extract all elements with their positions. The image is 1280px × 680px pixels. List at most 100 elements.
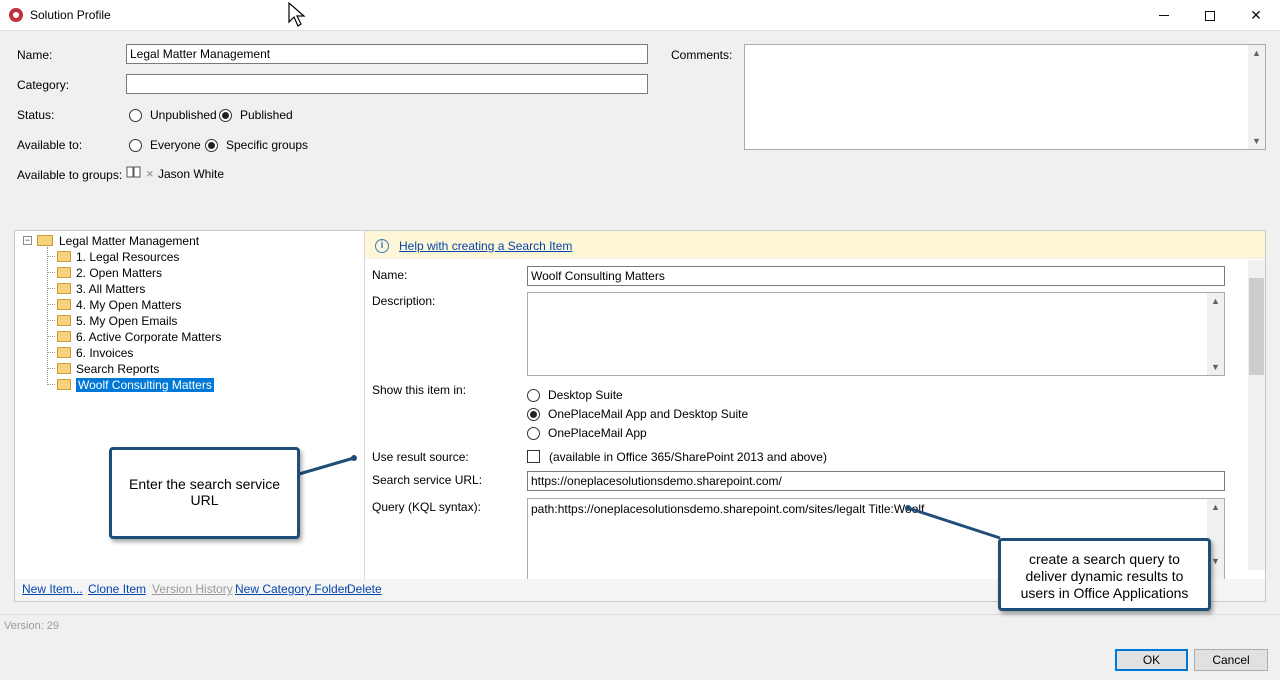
- tree-item[interactable]: 2. Open Matters: [57, 265, 162, 280]
- tree-item[interactable]: 3. All Matters: [57, 281, 145, 296]
- scroll-down-icon[interactable]: ▼: [1248, 133, 1265, 149]
- new-category-folder-link[interactable]: New Category Folder: [235, 582, 348, 596]
- tree-item[interactable]: Search Reports: [57, 361, 159, 376]
- search-item-icon: [57, 379, 71, 390]
- tree-item-label: 3. All Matters: [76, 281, 146, 296]
- maximize-button[interactable]: [1187, 0, 1233, 31]
- status-unpublished-radio[interactable]: Unpublished: [129, 108, 217, 122]
- url-callout: Enter the search service URL: [109, 447, 300, 539]
- category-input[interactable]: [126, 74, 648, 94]
- radio-selected-icon: [527, 407, 540, 421]
- minimize-icon: [1159, 15, 1169, 16]
- minimize-button[interactable]: [1141, 0, 1187, 31]
- search-service-url-label: Search service URL:: [372, 473, 483, 487]
- remove-group-icon[interactable]: ×: [146, 166, 154, 181]
- address-book-icon[interactable]: [126, 166, 142, 178]
- tree-item-label: 1. Legal Resources: [76, 249, 180, 264]
- radio-selected-icon: [219, 108, 232, 122]
- tree-item-selected[interactable]: Woolf Consulting Matters: [57, 377, 214, 392]
- query-callout: create a search query to deliver dynamic…: [998, 538, 1211, 611]
- show-app-radio[interactable]: OnePlaceMail App: [527, 426, 647, 440]
- tree-item-label: 2. Open Matters: [76, 265, 163, 280]
- status-published-radio[interactable]: Published: [219, 108, 293, 122]
- radio-unselected-icon: [527, 426, 540, 440]
- tree-item-label: 6. Active Corporate Matters: [76, 329, 222, 344]
- available-everyone-radio[interactable]: Everyone: [129, 138, 201, 152]
- tree-item[interactable]: 6. Invoices: [57, 345, 133, 360]
- mouse-cursor-icon: [288, 2, 306, 27]
- search-folder-icon: [57, 315, 71, 326]
- radio-unselected-icon: [129, 108, 142, 122]
- group-chip: Jason White: [158, 167, 225, 181]
- description-textarea[interactable]: ▲ ▼: [527, 292, 1225, 376]
- tree-item-label: 4. My Open Matters: [76, 297, 182, 312]
- scroll-up-icon[interactable]: ▲: [1207, 293, 1224, 309]
- radio-label: Published: [240, 108, 293, 122]
- tree-root[interactable]: Legal Matter Management: [37, 233, 199, 248]
- scroll-up-icon[interactable]: ▲: [1248, 45, 1265, 61]
- search-folder-icon: [57, 347, 71, 358]
- show-app-and-desktop-radio[interactable]: OnePlaceMail App and Desktop Suite: [527, 407, 748, 421]
- radio-unselected-icon: [527, 388, 540, 402]
- form-scrollbar[interactable]: [1248, 260, 1265, 570]
- search-folder-icon: [57, 283, 71, 294]
- name-label: Name:: [17, 48, 53, 62]
- available-to-groups-label: Available to groups:: [17, 168, 123, 182]
- tree-item-label: 5. My Open Emails: [76, 313, 178, 328]
- search-folder-icon: [57, 331, 71, 342]
- ok-button[interactable]: OK: [1115, 649, 1188, 671]
- collapse-toggle-icon[interactable]: −: [23, 236, 32, 245]
- scroll-up-icon[interactable]: ▲: [1207, 499, 1224, 515]
- search-report-icon: [57, 363, 71, 374]
- description-scrollbar[interactable]: ▲ ▼: [1207, 293, 1224, 375]
- comments-textarea[interactable]: ▲ ▼: [744, 44, 1266, 150]
- use-result-source-label: Use result source:: [372, 450, 469, 464]
- tree-item-label: 6. Invoices: [76, 345, 134, 360]
- radio-label: Desktop Suite: [548, 388, 623, 402]
- search-folder-icon: [57, 267, 71, 278]
- show-desktop-suite-radio[interactable]: Desktop Suite: [527, 388, 623, 402]
- category-label: Category:: [17, 78, 70, 92]
- close-button[interactable]: ✕: [1233, 0, 1279, 31]
- query-label: Query (KQL syntax):: [372, 500, 481, 514]
- scroll-down-icon[interactable]: ▼: [1207, 359, 1224, 375]
- tree-item[interactable]: 4. My Open Matters: [57, 297, 181, 312]
- tree-item[interactable]: 1. Legal Resources: [57, 249, 179, 264]
- search-item-form: Name: Woolf Consulting Matters Descripti…: [365, 259, 1249, 579]
- available-to-label: Available to:: [17, 138, 83, 152]
- radio-unselected-icon: [129, 138, 142, 152]
- radio-label: Everyone: [150, 138, 201, 152]
- available-specific-groups-radio[interactable]: Specific groups: [205, 138, 308, 152]
- maximize-icon: [1205, 10, 1215, 21]
- tree-item-label: Woolf Consulting Matters: [76, 377, 214, 392]
- new-item-link[interactable]: New Item...: [22, 582, 83, 596]
- radio-label: Specific groups: [226, 138, 309, 152]
- tree-item-label: Search Reports: [76, 361, 160, 376]
- comments-label: Comments:: [671, 48, 733, 62]
- comments-scrollbar[interactable]: ▲ ▼: [1248, 45, 1265, 149]
- result-source-note: (available in Office 365/SharePoint 2013…: [549, 450, 827, 464]
- title-bar: Solution Profile ✕: [0, 0, 1280, 31]
- scroll-thumb[interactable]: [1249, 278, 1264, 375]
- radio-label: OnePlaceMail App and Desktop Suite: [548, 407, 749, 421]
- info-icon: i: [375, 239, 389, 253]
- clone-item-link[interactable]: Clone Item: [88, 582, 146, 596]
- show-item-in-label: Show this item in:: [372, 383, 467, 397]
- tree-item[interactable]: 6. Active Corporate Matters: [57, 329, 221, 344]
- tree-item[interactable]: 5. My Open Emails: [57, 313, 177, 328]
- item-name-label: Name:: [372, 268, 408, 282]
- search-service-url-input[interactable]: https://oneplacesolutionsdemo.sharepoint…: [527, 471, 1225, 491]
- app-logo-icon: [9, 8, 23, 22]
- use-result-source-checkbox[interactable]: [527, 450, 540, 463]
- profile-name-input[interactable]: Legal Matter Management: [126, 44, 648, 64]
- item-name-input[interactable]: Woolf Consulting Matters: [527, 266, 1225, 286]
- search-folder-icon: [57, 251, 71, 262]
- query-value: path:https://oneplacesolutionsdemo.share…: [531, 502, 925, 516]
- delete-link[interactable]: Delete: [347, 582, 382, 596]
- description-label: Description:: [372, 294, 436, 308]
- search-folder-icon: [57, 299, 71, 310]
- window-title: Solution Profile: [30, 8, 111, 22]
- cancel-button[interactable]: Cancel: [1194, 649, 1268, 671]
- help-link[interactable]: Help with creating a Search Item: [399, 239, 572, 253]
- version-history-link: Version History: [152, 582, 233, 596]
